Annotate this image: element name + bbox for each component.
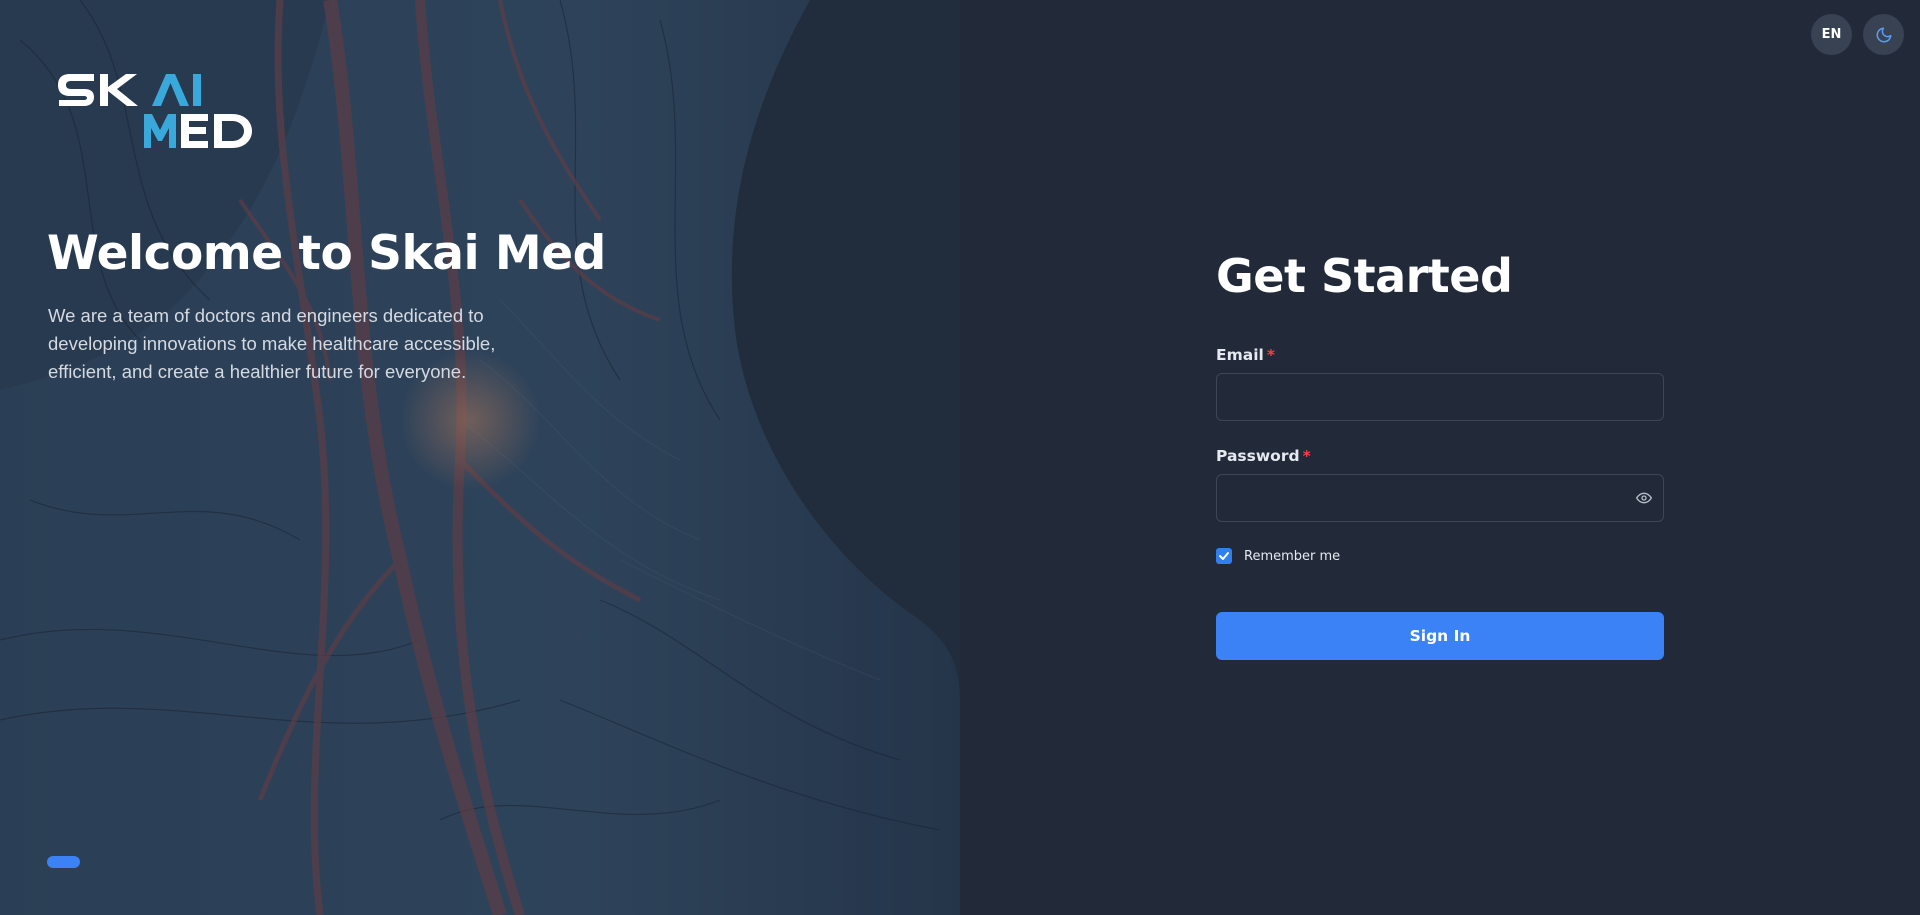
hero-title: Welcome to Skai Med [47,226,606,281]
form-title: Get Started [1216,249,1513,303]
carousel-indicator [47,856,80,868]
password-field-wrapper [1216,474,1664,522]
skaimed-logo [58,74,252,148]
remember-me-row: Remember me [1216,548,1664,564]
moon-icon [1876,27,1891,42]
email-input[interactable] [1216,373,1664,421]
login-form: Get Started Email * Password * Remember me [1216,240,1664,660]
check-icon [1219,552,1229,560]
sign-in-button[interactable]: Sign In [1216,612,1664,660]
required-mark: * [1266,346,1275,364]
login-page: Welcome to Skai Med We are a team of doc… [0,0,1920,915]
password-label-text: Password [1216,447,1300,465]
hero-panel: Welcome to Skai Med We are a team of doc… [0,0,960,915]
carousel-dot-active[interactable] [47,856,80,868]
password-input[interactable] [1216,474,1664,522]
email-label: Email * [1216,346,1664,364]
eye-icon[interactable] [1636,490,1652,506]
email-field-wrapper [1216,373,1664,421]
top-controls: EN [1811,14,1904,55]
required-mark: * [1302,447,1311,465]
remember-me-checkbox[interactable] [1216,548,1232,564]
hero-description: We are a team of doctors and engineers d… [48,305,496,382]
email-label-text: Email [1216,346,1264,364]
language-button[interactable]: EN [1811,14,1852,55]
remember-me-label[interactable]: Remember me [1244,549,1340,564]
theme-toggle-button[interactable] [1863,14,1904,55]
password-label: Password * [1216,447,1664,465]
